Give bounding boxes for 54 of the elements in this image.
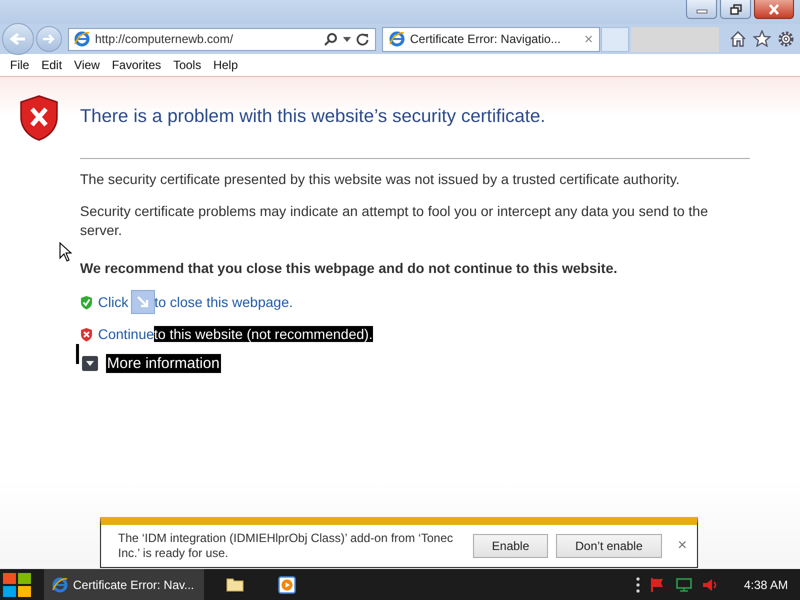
error-heading: There is a problem with this website’s security certificate.	[80, 105, 546, 127]
tab-close-button[interactable]: ×	[584, 30, 593, 48]
menu-item[interactable]: View	[68, 58, 106, 72]
caret-icon	[86, 361, 94, 366]
menu-item[interactable]: File	[4, 58, 36, 72]
star-icon[interactable]	[753, 30, 771, 47]
expand-button[interactable]	[82, 356, 98, 371]
flag-icon[interactable]	[650, 576, 666, 592]
settings-icon[interactable]	[777, 30, 795, 48]
option-link[interactable]: Continue	[98, 326, 154, 342]
search-icon	[324, 32, 338, 46]
option-text: to close this webpage.	[154, 294, 293, 310]
shield-check-icon	[80, 294, 93, 310]
body-paragraph: Security certificate problems may indicate an attempt to fool you or intercept any data you send to the server.	[80, 202, 710, 240]
mouse-cursor-icon	[59, 242, 73, 262]
network-monitor-icon[interactable]	[676, 576, 692, 592]
dropdown-caret-icon	[343, 36, 351, 42]
minimize-button[interactable]	[686, 0, 717, 19]
menu-item[interactable]: Tools	[167, 58, 208, 72]
media-player-icon[interactable]	[278, 576, 296, 594]
speaker-icon[interactable]	[702, 578, 718, 592]
option-link[interactable]: Click	[98, 294, 128, 310]
address-field[interactable]: http://computernewb.com/	[68, 28, 376, 50]
shield-error-icon	[20, 95, 58, 141]
close-button[interactable]	[754, 0, 794, 19]
more-information-link[interactable]: More information	[106, 354, 221, 373]
menu-item[interactable]: Edit	[35, 58, 68, 72]
shield-error-icon	[80, 326, 93, 342]
notification-message: The ‘IDM integration (IDMIEHlprObj Class)’ add-on from ‘Tonec Inc.’ is ready for use.	[118, 531, 454, 561]
refresh-icon	[356, 32, 369, 46]
clock: 4:38 AM	[744, 578, 788, 592]
close-icon	[768, 4, 780, 14]
drag-cursor-icon	[131, 290, 156, 314]
menu-item[interactable]: Help	[207, 58, 244, 72]
notification-button[interactable]: Don’t enable	[556, 534, 662, 558]
notification-close-button[interactable]: ×	[678, 537, 687, 555]
forward-arrow-icon	[42, 33, 56, 45]
home-icon[interactable]	[729, 30, 747, 47]
ie-logo-icon	[52, 576, 68, 592]
ie-logo-icon	[74, 31, 90, 47]
tab-title: Certificate Error: Navigatio...	[410, 32, 562, 46]
option-text: to this website (not recommended).	[154, 326, 373, 342]
restore-icon	[730, 4, 742, 14]
notification-button[interactable]: Enable	[472, 534, 548, 558]
recommendation-text: We recommend that you close this webpage and do not continue to this website.	[80, 259, 618, 278]
menu-item[interactable]: Favorites	[106, 58, 168, 72]
browser-tab[interactable]: Certificate Error: Navigatio... ×	[382, 26, 600, 52]
taskbar-window-button[interactable]: Certificate Error: Nav...	[44, 569, 204, 600]
restore-button[interactable]	[720, 0, 751, 19]
ie-logo-icon	[389, 31, 405, 47]
more-dots-icon	[636, 576, 640, 592]
body-paragraph: The security certificate presented by this website was not issued by a trusted certificate authority.	[80, 170, 681, 189]
folder-icon[interactable]	[226, 577, 244, 592]
back-arrow-icon	[9, 31, 27, 47]
